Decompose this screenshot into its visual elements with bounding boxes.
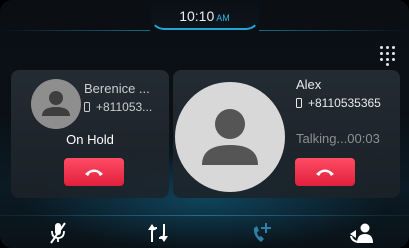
held-call-card[interactable]: Berenice ... +811053... On Hold <box>11 70 169 198</box>
add-call-button[interactable] <box>247 220 277 246</box>
held-caller-number-text: +811053... <box>96 100 153 114</box>
held-call-status: On Hold <box>66 132 114 147</box>
dialpad-icon[interactable] <box>378 44 398 66</box>
hang-up-icon <box>316 169 334 176</box>
mobile-phone-icon <box>296 98 302 108</box>
status-divider-left <box>0 30 150 31</box>
held-caller-name: Berenice ... <box>84 81 150 96</box>
transfer-call-button[interactable] <box>347 220 377 246</box>
end-active-call-button[interactable] <box>295 158 355 186</box>
held-caller-number: +811053... <box>84 100 152 114</box>
status-divider-right <box>259 30 409 31</box>
mobile-phone-icon <box>84 102 90 112</box>
active-caller-number-text: +8110535365 <box>308 96 381 110</box>
active-call-card[interactable]: Alex +8110535365 Talking...00:03 <box>173 70 400 198</box>
call-toolbar <box>0 216 409 248</box>
person-icon <box>31 79 81 129</box>
hang-up-icon <box>85 169 103 176</box>
clock: 10:10 AM <box>0 8 409 24</box>
person-icon <box>175 82 285 192</box>
end-held-call-button[interactable] <box>64 158 124 186</box>
mute-microphone-icon <box>50 222 66 244</box>
active-call-status: Talking...00:03 <box>296 131 380 146</box>
add-call-icon <box>253 223 271 242</box>
transfer-call-icon <box>350 223 373 243</box>
status-bar: 10:10 AM <box>0 0 409 34</box>
active-caller-name: Alex <box>296 77 322 92</box>
clock-ampm: AM <box>216 13 230 23</box>
merge-calls-icon <box>148 224 168 242</box>
merge-calls-button[interactable] <box>143 220 173 246</box>
active-caller-number: +8110535365 <box>296 96 381 110</box>
call-screen: 10:10AM Berenice ... +811053... On Hold <box>0 0 409 248</box>
clock-time: 10:10 <box>179 8 215 24</box>
mute-button[interactable] <box>43 220 73 246</box>
